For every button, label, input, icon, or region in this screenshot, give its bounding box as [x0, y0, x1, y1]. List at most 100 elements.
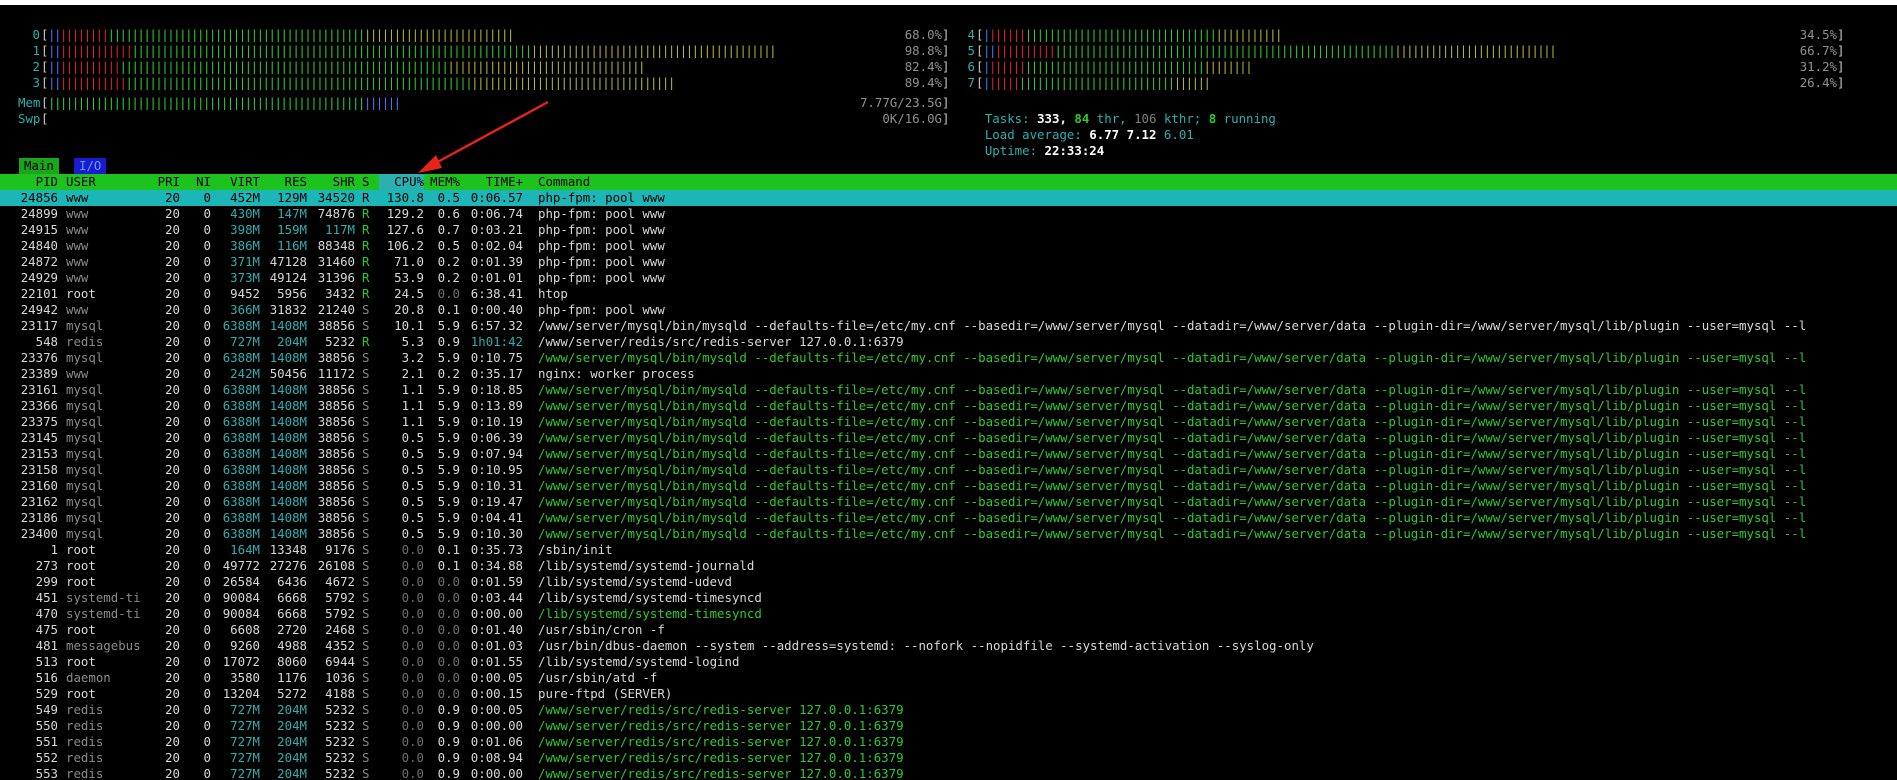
- col-mem[interactable]: MEM%: [424, 174, 460, 190]
- table-row[interactable]: 23160 mysql 20 0 6388M 1408M 38856 S 0.5 5.9 0:10.…: [0, 478, 1897, 494]
- cell-pid: 24899: [20, 206, 58, 221]
- cell-mem: 0.0: [437, 670, 460, 685]
- cell-cpu: 0.0: [401, 606, 424, 621]
- cell-mem: 5.9: [437, 510, 460, 525]
- cell-cpu: 0.5: [401, 526, 424, 541]
- col-cpu-sorted[interactable]: CPU%: [379, 174, 424, 190]
- table-row[interactable]: 24942 www 20 0 366M 31832 21240 S 20.8 0.1 0:00.40…: [0, 302, 1897, 318]
- cell-pid: 549: [35, 702, 58, 717]
- cell-ni: 0: [203, 366, 211, 381]
- cell-s: S: [362, 542, 370, 557]
- cell-shr: 38856: [317, 318, 355, 333]
- table-row[interactable]: 481 messagebus 20 0 9260 4988 4352 S 0.0 0.0 0:01.…: [0, 638, 1897, 654]
- table-row[interactable]: 24840 www 20 0 386M 116M 88348 R 106.2 0.5 0:02.04…: [0, 238, 1897, 254]
- cell-time: 0:01.55: [470, 654, 523, 669]
- cell-command: /lib/systemd/systemd-udevd: [538, 574, 732, 589]
- table-row[interactable]: 475 root 20 0 6608 2720 2468 S 0.0 0.0 0:01.40/usr…: [0, 622, 1897, 638]
- cell-s: R: [362, 238, 370, 253]
- table-row[interactable]: 23186 mysql 20 0 6388M 1408M 38856 S 0.5 5.9 0:04.…: [0, 510, 1897, 526]
- table-row[interactable]: 24929 www 20 0 373M 49124 31396 R 53.9 0.2 0:01.01…: [0, 270, 1897, 286]
- cell-res: 1408M: [269, 350, 307, 365]
- tab-main[interactable]: Main: [19, 158, 59, 174]
- cell-s: S: [362, 318, 370, 333]
- table-row[interactable]: 548 redis 20 0 727M 204M 5232 R 5.3 0.9 1h01:42/ww…: [0, 334, 1897, 350]
- cell-time: 0:00.05: [470, 702, 523, 717]
- cell-pid: 23158: [20, 462, 58, 477]
- col-pri[interactable]: PRI: [150, 174, 180, 190]
- cell-shr: 4352: [325, 638, 355, 653]
- cell-pri: 20: [165, 270, 180, 285]
- cell-s: R: [362, 286, 370, 301]
- table-row[interactable]: 23375 mysql 20 0 6388M 1408M 38856 S 1.1 5.9 0:10.…: [0, 414, 1897, 430]
- cell-ni: 0: [203, 670, 211, 685]
- table-row[interactable]: 273 root 20 0 49772 27276 26108 S 0.0 0.1 0:34.88 /…: [0, 558, 1897, 574]
- table-row[interactable]: 470 systemd-ti 20 0 90084 6668 5792 S 0.0 0.0 0:00…: [0, 606, 1897, 622]
- cell-cpu: 1.1: [401, 398, 424, 413]
- table-row[interactable]: 23117 mysql 20 0 6388M 1408M 38856 S 10.1 5.9 6:57…: [0, 318, 1897, 334]
- table-row[interactable]: 24872 www 20 0 371M 47128 31460 R 71.0 0.2 0:01.39…: [0, 254, 1897, 270]
- col-state[interactable]: S: [362, 174, 369, 190]
- cpu-meter-3: 3[||||||||||||||||||||||||||||||||||||||…: [0, 75, 950, 91]
- table-row[interactable]: 23145 mysql 20 0 6388M 1408M 38856 S 0.5 5.9 0:06.…: [0, 430, 1897, 446]
- table-row[interactable]: 24899 www 20 0 430M 147M 74876 R 129.2 0.6 0:06.74…: [0, 206, 1897, 222]
- table-row[interactable]: 1 root 20 0 164M 13348 9176 S 0.0 0.1 0:35.73/sbin…: [0, 542, 1897, 558]
- col-time[interactable]: TIME+: [463, 174, 523, 190]
- cell-user: redis: [66, 702, 104, 717]
- cell-mem: 5.9: [437, 526, 460, 541]
- cell-pri: 20: [165, 606, 180, 621]
- cell-user: redis: [66, 734, 104, 749]
- table-row[interactable]: 23153 mysql 20 0 6388M 1408M 38856 S 0.5 5.9 0:07.…: [0, 446, 1897, 462]
- table-row[interactable]: 299 root 20 0 26584 6436 4672 S 0.0 0.0 0:01.59/li…: [0, 574, 1897, 590]
- table-row[interactable]: 550 redis 20 0 727M 204M 5232 S 0.0 0.9 0:00.00/ww…: [0, 718, 1897, 734]
- cell-res: 1408M: [269, 510, 307, 525]
- col-command[interactable]: Command: [538, 174, 590, 190]
- table-row[interactable]: 23162 mysql 20 0 6388M 1408M 38856 S 0.5 5.9 0:19.…: [0, 494, 1897, 510]
- col-pid[interactable]: PID: [0, 174, 58, 190]
- table-row[interactable]: 549 redis 20 0 727M 204M 5232 S 0.0 0.9 0:00.05/ww…: [0, 702, 1897, 718]
- cell-pri: 20: [165, 542, 180, 557]
- table-row[interactable]: 24915 www 20 0 398M 159M 117M R 127.6 0.7 0:03.21 p…: [0, 222, 1897, 238]
- col-shr[interactable]: SHR: [310, 174, 355, 190]
- table-row[interactable]: 23366 mysql 20 0 6388M 1408M 38856 S 1.1 5.9 0:13.…: [0, 398, 1897, 414]
- table-row[interactable]: 23161 mysql 20 0 6388M 1408M 38856 S 1.1 5.9 0:18.…: [0, 382, 1897, 398]
- cell-command: /usr/sbin/cron -f: [538, 622, 665, 637]
- cell-time: 0:00.00: [470, 718, 523, 733]
- table-row[interactable]: 516 daemon 20 0 3580 1176 1036 S 0.0 0.0 0:00.05/u…: [0, 670, 1897, 686]
- table-row[interactable]: 23158 mysql 20 0 6388M 1408M 38856 S 0.5 5.9 0:10.…: [0, 462, 1897, 478]
- cpu-label: 4: [967, 27, 975, 42]
- table-row[interactable]: 513 root 20 0 17072 8060 6944 S 0.0 0.0 0:01.55/li…: [0, 654, 1897, 670]
- cell-s: S: [362, 382, 370, 397]
- col-ni[interactable]: NI: [185, 174, 211, 190]
- table-row[interactable]: 553 redis 20 0 727M 204M 5232 S 0.0 0.9 0:00.00/ww…: [0, 766, 1897, 780]
- table-row[interactable]: 22101 root 20 0 9452 5956 3432 R 24.5 0.0 6:38.41 h…: [0, 286, 1897, 302]
- cell-virt: 9452: [230, 286, 260, 301]
- cpu-meter-2: 2[||||||||||||||||||||||||||||||||||||||…: [0, 59, 950, 75]
- table-row[interactable]: 552 redis 20 0 727M 204M 5232 S 0.0 0.9 0:08.94/ww…: [0, 750, 1897, 766]
- cell-user: redis: [66, 750, 104, 765]
- cell-mem: 0.0: [437, 590, 460, 605]
- cpu-meter-6: 6[||||||||||||||||||||||||||||||||||||||…: [955, 59, 1895, 75]
- tab-io[interactable]: I/O: [74, 158, 107, 174]
- cell-shr: 31396: [317, 270, 355, 285]
- table-row[interactable]: 23400 mysql 20 0 6388M 1408M 38856 S 0.5 5.9 0:10.…: [0, 526, 1897, 542]
- table-row[interactable]: 529 root 20 0 13204 5272 4188 S 0.0 0.0 0:00.15 pur…: [0, 686, 1897, 702]
- table-row[interactable]: 23376 mysql 20 0 6388M 1408M 38856 S 3.2 5.9 0:10.…: [0, 350, 1897, 366]
- cell-pri: 20: [165, 750, 180, 765]
- cell-pri: 20: [165, 206, 180, 221]
- table-row-selected[interactable]: 24856 www 20 0 452M 129M 34520 R 130.8 0.5 0:06.57…: [0, 190, 1897, 206]
- cell-pri: 20: [165, 382, 180, 397]
- cell-mem: 0.0: [437, 638, 460, 653]
- table-row[interactable]: 551 redis 20 0 727M 204M 5232 S 0.0 0.9 0:01.06/ww…: [0, 734, 1897, 750]
- cell-ni: 0: [203, 750, 211, 765]
- table-row[interactable]: 451 systemd-ti 20 0 90084 6668 5792 S 0.0 0.0 0:03…: [0, 590, 1897, 606]
- cpu-percent: 66.7%: [1799, 43, 1837, 58]
- cell-cpu: 5.3: [401, 334, 424, 349]
- cell-pid: 550: [35, 718, 58, 733]
- col-user[interactable]: USER: [66, 174, 96, 190]
- cell-cpu: 53.9: [394, 270, 424, 285]
- table-row[interactable]: 23389 www 20 0 242M 50456 11172 S 2.1 0.2 0:35.17 n…: [0, 366, 1897, 382]
- col-virt[interactable]: VIRT: [214, 174, 260, 190]
- cell-mem: 0.9: [437, 702, 460, 717]
- col-res[interactable]: RES: [263, 174, 307, 190]
- cell-ni: 0: [203, 734, 211, 749]
